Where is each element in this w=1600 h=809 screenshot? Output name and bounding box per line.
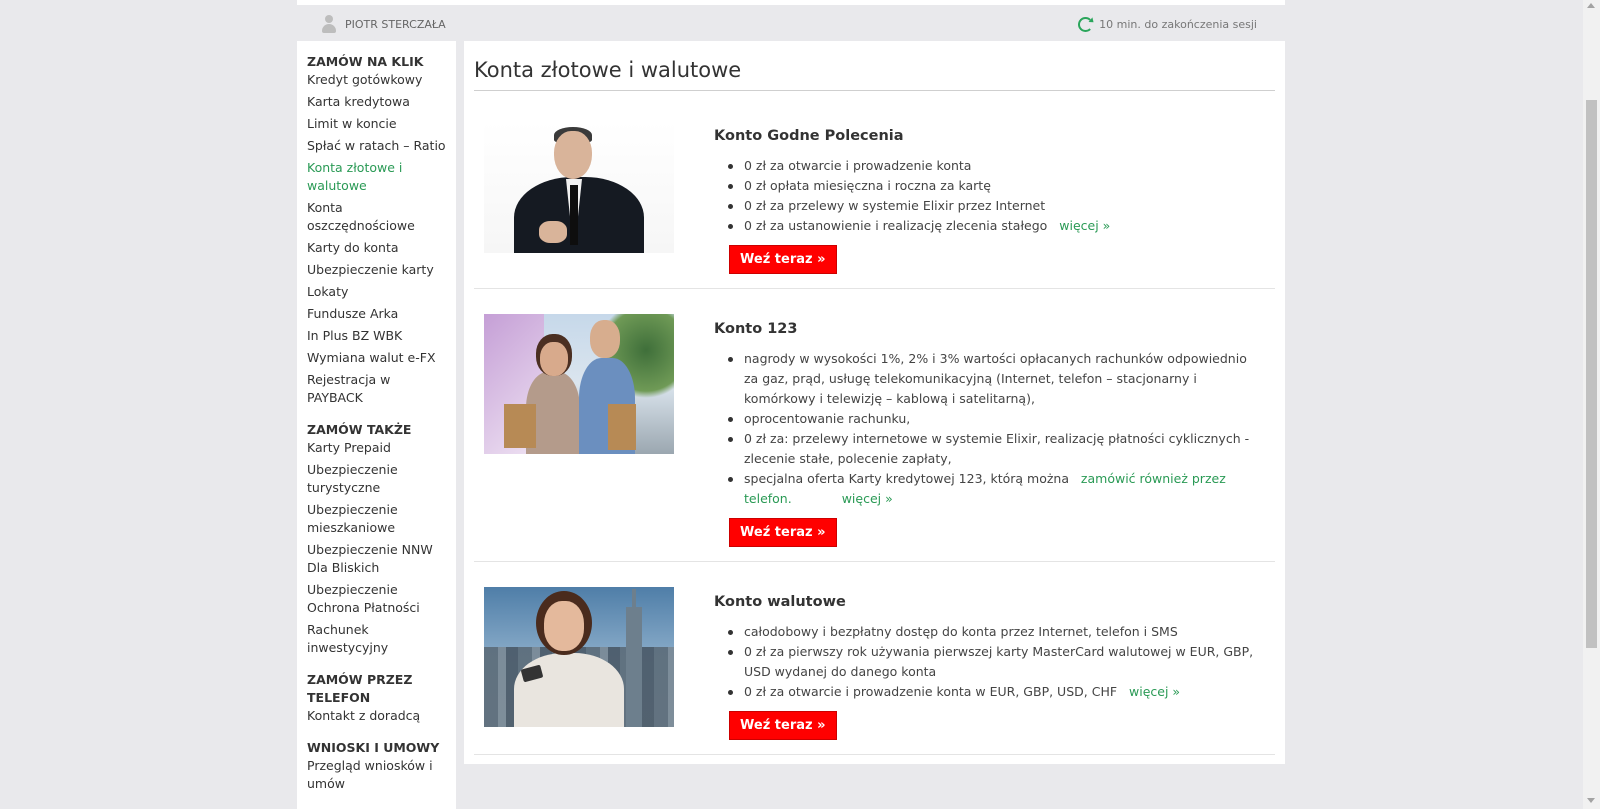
list-item: 0 zł za otwarcie i prowadzenie konta w E… — [726, 682, 1254, 702]
product-features: nagrody w wysokości 1%, 2% i 3% wartości… — [726, 349, 1254, 509]
sidebar-item-investment[interactable]: Rachunek inwestycyjny — [307, 621, 448, 657]
sidebar-heading: ZAMÓW TAKŻE — [307, 422, 412, 437]
list-item: specjalna oferta Karty kredytowej 123, k… — [726, 469, 1254, 509]
more-link[interactable]: więcej » — [1129, 684, 1180, 699]
product-konto-123: Konto 123 nagrody w wysokości 1%, 2% i 3… — [474, 289, 1275, 562]
sidebar-item-contact-advisor[interactable]: Kontakt z doradcą — [307, 707, 448, 725]
sidebar-item-payback[interactable]: Rejestracja w PAYBACK — [307, 371, 448, 407]
sidebar-group-phone: ZAMÓW PRZEZ TELEFON Kontakt z doradcą — [307, 671, 448, 725]
sidebar-heading: ZAMÓW NA KLIK — [307, 54, 424, 69]
refresh-icon[interactable] — [1078, 16, 1094, 32]
list-item: 0 zł opłata miesięczna i roczna za kartę — [726, 176, 1254, 196]
more-link[interactable]: więcej » — [1059, 218, 1110, 233]
sidebar-item-card-insurance[interactable]: Ubezpieczenie karty — [307, 261, 448, 279]
take-now-button[interactable]: Weź teraz » — [729, 711, 837, 740]
sidebar-group-order-also: ZAMÓW TAKŻE Karty Prepaid Ubezpieczenie … — [307, 421, 448, 657]
user-icon — [321, 15, 337, 33]
scroll-thumb[interactable] — [1586, 100, 1597, 648]
session-text: 10 min. do zakończenia sesji — [1099, 17, 1257, 31]
list-item: 0 zł za: przelewy internetowe w systemie… — [726, 429, 1254, 469]
sidebar-item-savings[interactable]: Konta oszczędnościowe — [307, 199, 448, 235]
sidebar-item-home-insurance[interactable]: Ubezpieczenie mieszkaniowe — [307, 501, 448, 537]
sidebar-item-credit-card[interactable]: Karta kredytowa — [307, 93, 448, 111]
sidebar-item-nnw[interactable]: Ubezpieczenie NNW Dla Bliskich — [307, 541, 448, 577]
take-now-button[interactable]: Weź teraz » — [729, 518, 837, 547]
sidebar-item-prepaid[interactable]: Karty Prepaid — [307, 439, 448, 457]
product-features: 0 zł za otwarcie i prowadzenie konta 0 z… — [726, 156, 1254, 236]
sidebar-item-cards[interactable]: Karty do konta — [307, 239, 448, 257]
product-name: Konto Godne Polecenia — [714, 128, 904, 144]
product-konto-walutowe: Konto walutowe całodobowy i bezpłatny do… — [474, 562, 1275, 755]
sidebar-item-efx[interactable]: Wymiana walut e-FX — [307, 349, 448, 367]
sidebar-heading: WNIOSKI I UMOWY — [307, 740, 440, 755]
sidebar-item-account-limit[interactable]: Limit w koncie — [307, 115, 448, 133]
list-item: 0 zł za pierwszy rok używania pierwszej … — [726, 642, 1254, 682]
more-link[interactable]: więcej » — [842, 491, 893, 506]
sidebar-item-accounts[interactable]: Konta złotowe i walutowe — [307, 159, 448, 195]
sidebar: ZAMÓW NA KLIK Kredyt gotówkowy Karta kre… — [297, 41, 456, 809]
user-name: PIOTR STERCZAŁA — [345, 17, 446, 31]
product-konto-godne-polecenia: Konto Godne Polecenia 0 zł za otwarcie i… — [474, 91, 1275, 289]
product-info: Konto 123 nagrody w wysokości 1%, 2% i 3… — [714, 314, 1254, 547]
product-image — [484, 587, 674, 727]
product-name: Konto walutowe — [714, 594, 846, 610]
user-info: PIOTR STERCZAŁA — [321, 15, 446, 33]
scroll-down-icon[interactable] — [1587, 798, 1595, 803]
session-timer[interactable]: 10 min. do zakończenia sesji — [1078, 16, 1257, 32]
sidebar-item-ratio[interactable]: Spłać w ratach – Ratio — [307, 137, 448, 155]
page-title: Konta złotowe i walutowe — [474, 41, 1275, 91]
scroll-up-icon[interactable] — [1587, 3, 1595, 8]
list-item: oprocentowanie rachunku, — [726, 409, 1254, 429]
sidebar-group-order-online: ZAMÓW NA KLIK Kredyt gotówkowy Karta kre… — [307, 53, 448, 407]
take-now-button[interactable]: Weź teraz » — [729, 245, 837, 274]
header-bar: PIOTR STERCZAŁA 10 min. do zakończenia s… — [297, 8, 1285, 40]
list-item: 0 zł za przelewy w systemie Elixir przez… — [726, 196, 1254, 216]
sidebar-heading: ZAMÓW PRZEZ TELEFON — [307, 672, 413, 705]
product-info: Konto walutowe całodobowy i bezpłatny do… — [714, 587, 1254, 740]
sidebar-item-deposits[interactable]: Lokaty — [307, 283, 448, 301]
sidebar-item-applications-review[interactable]: Przegląd wniosków i umów — [307, 757, 448, 793]
product-image — [484, 121, 674, 253]
product-image — [484, 314, 674, 454]
sidebar-item-payment-protection[interactable]: Ubezpieczenie Ochrona Płatności — [307, 581, 448, 617]
product-features: całodobowy i bezpłatny dostęp do konta p… — [726, 622, 1254, 702]
list-item: całodobowy i bezpłatny dostęp do konta p… — [726, 622, 1254, 642]
sidebar-item-cash-loan[interactable]: Kredyt gotówkowy — [307, 71, 448, 89]
main-content: Konta złotowe i walutowe Konto Godne Pol… — [464, 41, 1285, 764]
list-item: 0 zł za otwarcie i prowadzenie konta — [726, 156, 1254, 176]
list-item: 0 zł za ustanowienie i realizację zlecen… — [726, 216, 1254, 236]
sidebar-item-funds[interactable]: Fundusze Arka — [307, 305, 448, 323]
sidebar-item-in-plus[interactable]: In Plus BZ WBK — [307, 327, 448, 345]
product-info: Konto Godne Polecenia 0 zł za otwarcie i… — [714, 121, 1254, 274]
sidebar-group-applications: WNIOSKI I UMOWY Przegląd wniosków i umów — [307, 739, 448, 793]
scrollbar[interactable] — [1583, 0, 1600, 809]
list-item: nagrody w wysokości 1%, 2% i 3% wartości… — [726, 349, 1254, 409]
top-strip — [297, 0, 1285, 5]
product-name: Konto 123 — [714, 321, 798, 337]
sidebar-item-travel-insurance[interactable]: Ubezpieczenie turystyczne — [307, 461, 448, 497]
